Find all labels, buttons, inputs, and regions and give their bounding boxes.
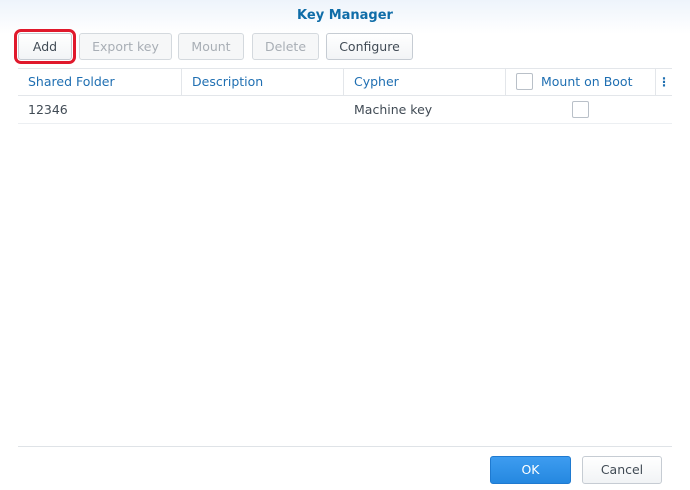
grid-header: Shared Folder Description Cypher Mount o… xyxy=(18,68,672,96)
column-header-description[interactable]: Description xyxy=(182,69,344,95)
footer-divider xyxy=(18,446,672,447)
column-header-cypher[interactable]: Cypher xyxy=(344,69,506,95)
mount-button[interactable]: Mount xyxy=(178,33,244,60)
mount-on-boot-checkbox[interactable] xyxy=(572,101,589,118)
cancel-button[interactable]: Cancel xyxy=(582,456,662,484)
key-manager-dialog: Key Manager Add Export key Mount Delete … xyxy=(0,0,690,490)
description-cell xyxy=(182,96,344,123)
export-key-button[interactable]: Export key xyxy=(79,33,172,60)
delete-button[interactable]: Delete xyxy=(252,33,319,60)
key-grid: Shared Folder Description Cypher Mount o… xyxy=(18,68,672,448)
add-button[interactable]: Add xyxy=(14,29,76,64)
column-options-icon[interactable]: ⋮ xyxy=(656,69,672,95)
shared-folder-cell: 12346 xyxy=(28,102,68,117)
mount-on-boot-header-label: Mount on Boot xyxy=(541,74,633,89)
ok-button[interactable]: OK xyxy=(490,456,571,484)
column-header-shared-folder[interactable]: Shared Folder xyxy=(18,69,182,95)
column-header-mount-on-boot[interactable]: Mount on Boot xyxy=(506,69,656,95)
table-row[interactable]: 12346 Machine key xyxy=(18,96,672,124)
select-all-mount-on-boot-checkbox[interactable] xyxy=(516,73,533,90)
dialog-title: Key Manager xyxy=(297,8,393,23)
configure-button[interactable]: Configure xyxy=(326,33,413,60)
cypher-cell: Machine key xyxy=(354,102,433,117)
